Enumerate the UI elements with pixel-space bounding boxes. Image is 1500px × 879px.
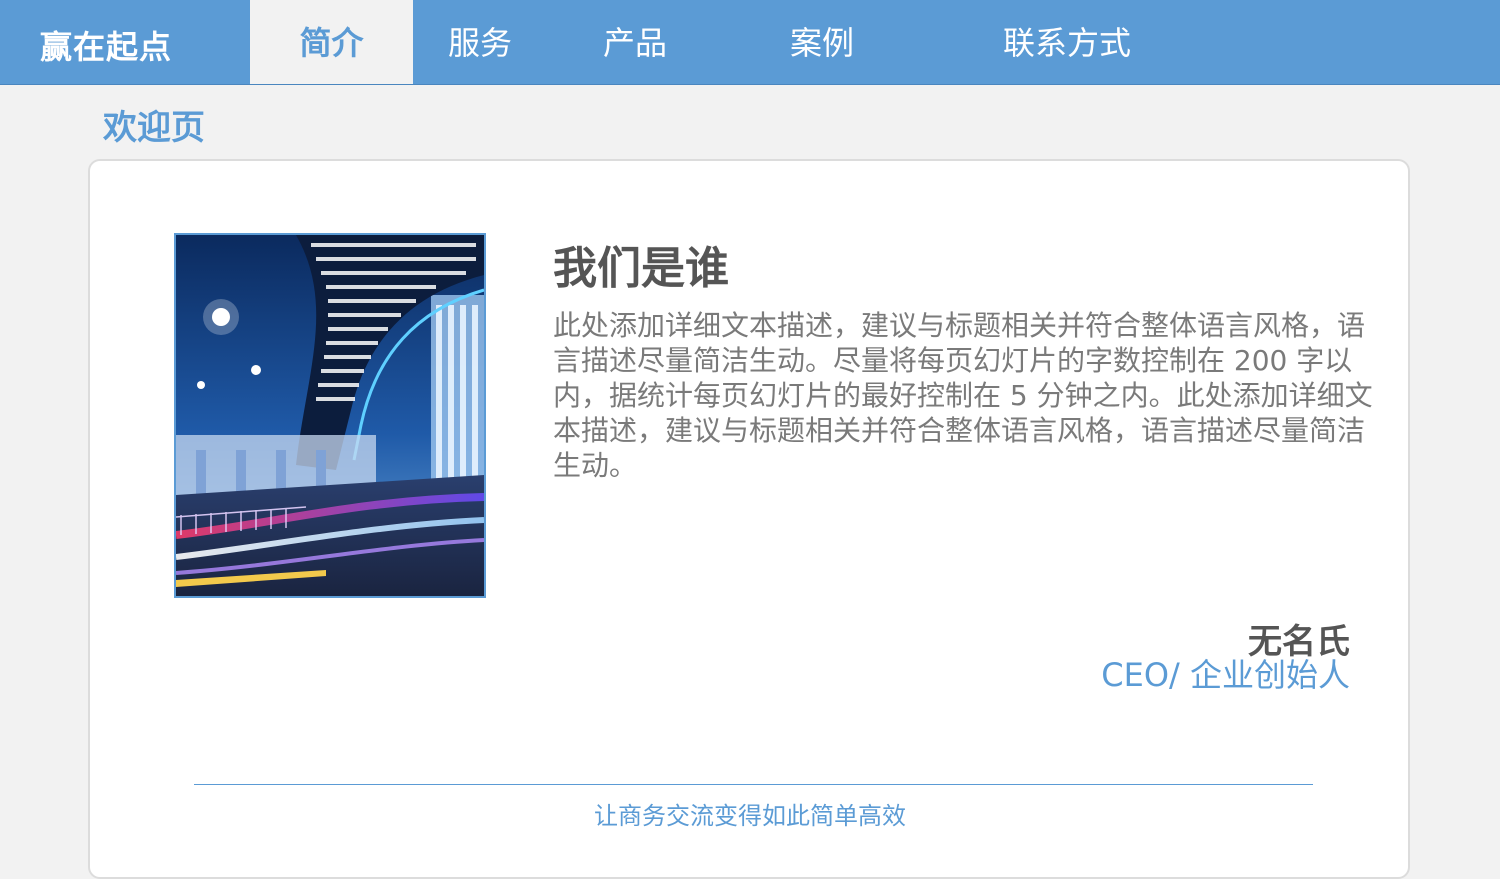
nav-tab-services[interactable]: 服务 (448, 0, 512, 84)
nav-tab-label: 联系方式 (1003, 24, 1132, 62)
nav-tab-products[interactable]: 产品 (603, 0, 667, 84)
section-description: 此处添加详细文本描述，建议与标题相关并符合整体语言风格，语言描述尽量简洁生动。尽… (553, 309, 1373, 482)
page-title: 欢迎页 (103, 108, 205, 148)
footer-divider (194, 784, 1313, 785)
section-headline: 我们是谁 (553, 243, 729, 294)
nav-tab-label: 案例 (790, 24, 855, 62)
city-overpass-photo (174, 233, 486, 598)
nav-tab-label: 服务 (448, 24, 513, 62)
top-navigation-bar: 赢在起点 简介 服务 产品 案例 联系方式 (0, 0, 1500, 85)
nav-tab-label: 简介 (299, 24, 364, 62)
nav-tab-intro[interactable]: 简介 (250, 0, 413, 84)
nav-tab-label: 产品 (603, 24, 668, 62)
person-role: CEO/ 企业创始人 (1101, 656, 1350, 694)
footer-slogan: 让商务交流变得如此简单高效 (594, 802, 906, 830)
nav-tab-cases[interactable]: 案例 (790, 0, 854, 84)
nav-tab-contact[interactable]: 联系方式 (1003, 0, 1131, 84)
brand-title: 赢在起点 (40, 28, 173, 66)
